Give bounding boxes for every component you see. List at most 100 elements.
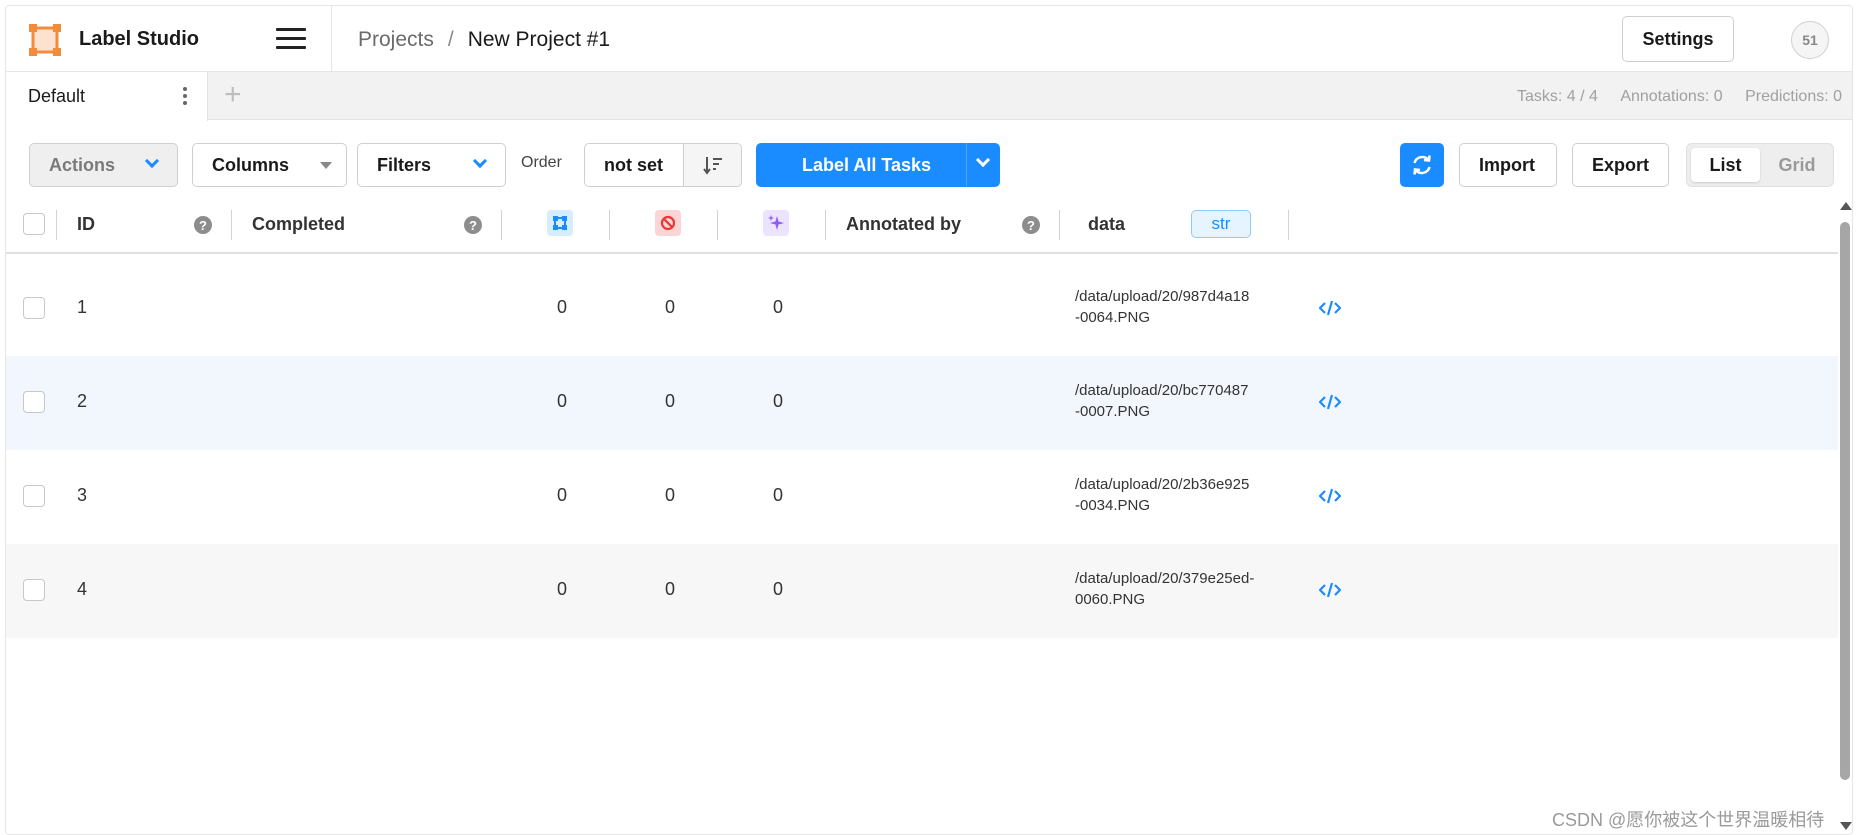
column-header-annotated-by[interactable]: Annotated by bbox=[846, 196, 961, 252]
column-separator bbox=[1288, 210, 1289, 240]
data-manager-toolbar: Actions Columns Filters Order not set La… bbox=[6, 120, 1852, 192]
predictions-count-cell: 0 bbox=[773, 485, 784, 505]
predictions-count-cell: 0 bbox=[773, 297, 784, 317]
hamburger-menu-icon[interactable] bbox=[276, 28, 306, 52]
code-icon[interactable] bbox=[1319, 299, 1341, 317]
table-row[interactable]: 1 0 0 0 /data/upload/20/987d4a18 -0064.P… bbox=[6, 262, 1841, 356]
annotations-count-cell: 0 bbox=[557, 579, 568, 599]
list-view-button[interactable]: List bbox=[1691, 148, 1760, 182]
cancelled-count-cell: 0 bbox=[665, 391, 676, 411]
annotations-icon[interactable] bbox=[547, 210, 573, 236]
add-tab-button[interactable]: + bbox=[224, 80, 242, 110]
chevron-down-icon bbox=[144, 153, 160, 169]
help-icon[interactable]: ? bbox=[464, 216, 482, 234]
row-checkbox[interactable] bbox=[23, 391, 45, 413]
breadcrumb: Projects / New Project #1 bbox=[358, 28, 610, 52]
user-avatar[interactable]: 51 bbox=[1791, 21, 1829, 59]
row-checkbox[interactable] bbox=[23, 297, 45, 319]
task-id: 1 bbox=[77, 297, 88, 317]
order-label: Order bbox=[521, 154, 562, 171]
data-path-line: /data/upload/20/2b36e925 bbox=[1075, 476, 1250, 493]
task-id: 2 bbox=[77, 391, 88, 411]
chevron-down-icon[interactable] bbox=[975, 152, 991, 168]
tasks-count: Tasks: 4 / 4 bbox=[1516, 88, 1598, 105]
cancelled-count-cell: 0 bbox=[665, 485, 676, 505]
predictions-icon[interactable] bbox=[763, 210, 789, 236]
app-header: Label Studio Projects / New Project #1 Set… bbox=[6, 6, 1852, 72]
filters-label: Filters bbox=[377, 154, 432, 175]
label-all-tasks-button[interactable]: Label All Tasks bbox=[756, 143, 1000, 187]
code-icon[interactable] bbox=[1319, 487, 1341, 505]
data-path-cell: /data/upload/20/2b36e925 -0034.PNG bbox=[1075, 474, 1285, 516]
tab-options-icon[interactable] bbox=[181, 87, 189, 105]
column-header-data[interactable]: data bbox=[1088, 196, 1125, 252]
data-type-badge: str bbox=[1191, 210, 1251, 238]
order-value[interactable]: not set bbox=[604, 155, 663, 176]
predictions-count: Predictions: 0 bbox=[1745, 88, 1842, 105]
columns-button[interactable]: Columns bbox=[192, 143, 347, 187]
label-studio-logo-icon bbox=[29, 24, 61, 56]
app-window: Label Studio Projects / New Project #1 Set… bbox=[5, 5, 1853, 835]
filters-button[interactable]: Filters bbox=[357, 143, 506, 187]
scrollbar-thumb[interactable] bbox=[1840, 222, 1850, 780]
button-divider bbox=[966, 143, 967, 187]
export-button[interactable]: Export bbox=[1572, 143, 1669, 187]
data-path-line: /data/upload/20/379e25ed- bbox=[1075, 570, 1255, 587]
column-separator bbox=[1059, 210, 1060, 240]
refresh-button[interactable] bbox=[1400, 143, 1444, 187]
data-path-cell: /data/upload/20/987d4a18 -0064.PNG bbox=[1075, 286, 1285, 328]
data-path-line: -0034.PNG bbox=[1075, 497, 1151, 514]
view-tabs-bar: Default + Tasks: 4 / 4 Annotations: 0 Pr… bbox=[6, 72, 1852, 121]
cancelled-count-cell: 0 bbox=[665, 297, 676, 317]
table-row[interactable]: 2 0 0 0 /data/upload/20/bc770487 -0007.P… bbox=[6, 356, 1841, 450]
task-id: 3 bbox=[77, 485, 88, 505]
select-all-checkbox[interactable] bbox=[23, 213, 45, 235]
column-separator bbox=[56, 210, 57, 240]
predictions-count-cell: 0 bbox=[773, 391, 784, 411]
tab-label: Default bbox=[28, 86, 86, 106]
column-header-id[interactable]: ID bbox=[77, 196, 95, 252]
settings-button[interactable]: Settings bbox=[1622, 16, 1734, 62]
order-selector[interactable]: not set bbox=[584, 143, 742, 187]
data-path-line: 0060.PNG bbox=[1075, 591, 1146, 608]
annotations-count: Annotations: 0 bbox=[1620, 88, 1723, 105]
annotations-count-cell: 0 bbox=[557, 297, 568, 317]
app-title: Label Studio bbox=[79, 28, 199, 50]
vertical-scrollbar[interactable] bbox=[1838, 202, 1852, 830]
column-header-completed[interactable]: Completed bbox=[252, 196, 345, 252]
scroll-down-arrow-icon[interactable] bbox=[1840, 822, 1852, 830]
tab-default[interactable]: Default bbox=[6, 72, 208, 121]
data-path-line: /data/upload/20/bc770487 bbox=[1075, 382, 1249, 399]
grid-view-button[interactable]: Grid bbox=[1767, 148, 1827, 182]
row-checkbox[interactable] bbox=[23, 485, 45, 507]
cancelled-icon[interactable] bbox=[655, 210, 681, 236]
data-path-cell: /data/upload/20/bc770487 -0007.PNG bbox=[1075, 380, 1285, 422]
row-checkbox[interactable] bbox=[23, 579, 45, 601]
scroll-up-arrow-icon[interactable] bbox=[1840, 202, 1852, 210]
column-separator bbox=[825, 210, 826, 240]
sort-direction-icon[interactable] bbox=[683, 144, 741, 186]
breadcrumb-separator: / bbox=[447, 28, 454, 51]
task-counts: Tasks: 4 / 4 Annotations: 0 Predictions:… bbox=[1499, 88, 1842, 106]
data-path-line: -0007.PNG bbox=[1075, 403, 1151, 420]
table-row[interactable]: 3 0 0 0 /data/upload/20/2b36e925 -0034.P… bbox=[6, 450, 1841, 544]
column-separator bbox=[717, 210, 718, 240]
code-icon[interactable] bbox=[1319, 393, 1341, 411]
chevron-down-icon bbox=[472, 153, 488, 169]
column-separator bbox=[609, 210, 610, 240]
predictions-count-cell: 0 bbox=[773, 579, 784, 599]
help-icon[interactable]: ? bbox=[194, 216, 212, 234]
breadcrumb-projects-link[interactable]: Projects bbox=[358, 28, 434, 51]
data-path-line: -0064.PNG bbox=[1075, 309, 1151, 326]
view-toggle: List Grid bbox=[1686, 143, 1834, 187]
table-row[interactable]: 4 0 0 0 /data/upload/20/379e25ed- 0060.P… bbox=[6, 544, 1841, 638]
actions-button[interactable]: Actions bbox=[29, 143, 178, 187]
caret-down-icon bbox=[320, 162, 332, 169]
data-path-line: /data/upload/20/987d4a18 bbox=[1075, 288, 1250, 305]
code-icon[interactable] bbox=[1319, 581, 1341, 599]
help-icon[interactable]: ? bbox=[1022, 216, 1040, 234]
table-header: ID ? Completed ? Annotated by ? data str bbox=[6, 196, 1841, 254]
breadcrumb-current-project: New Project #1 bbox=[467, 28, 611, 51]
import-button[interactable]: Import bbox=[1459, 143, 1557, 187]
annotations-count-cell: 0 bbox=[557, 391, 568, 411]
